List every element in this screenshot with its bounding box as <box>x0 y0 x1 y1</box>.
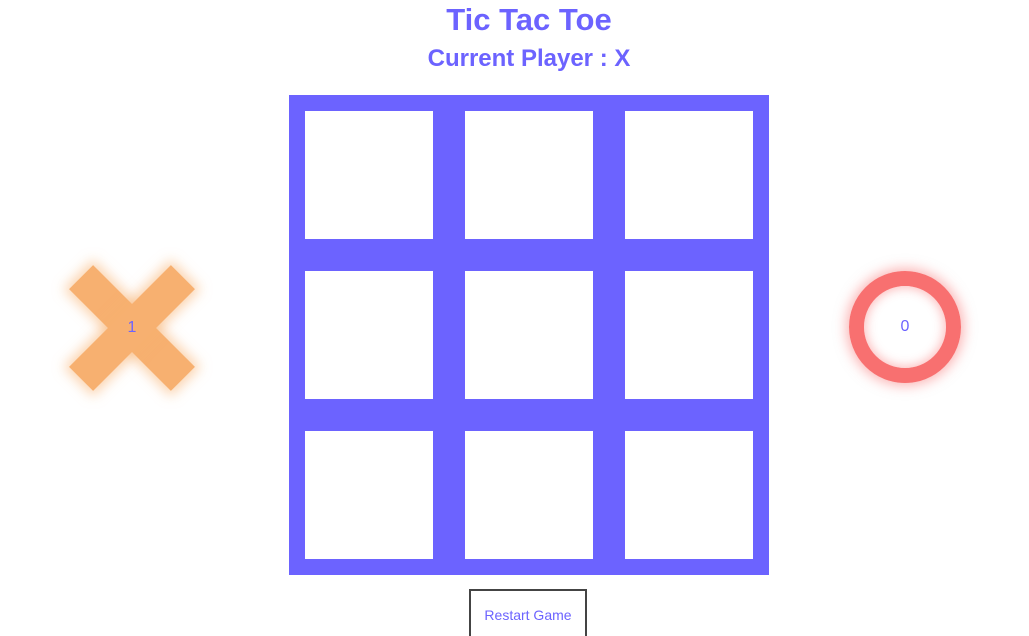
game-title: Tic Tac Toe <box>446 2 612 37</box>
board-cell-4[interactable] <box>305 271 433 399</box>
player-o-score-panel: 0 <box>849 271 961 383</box>
board-cell-8[interactable] <box>465 431 593 559</box>
board-cell-9[interactable] <box>625 431 753 559</box>
board-cell-7[interactable] <box>305 431 433 559</box>
player-o-score: 0 <box>900 318 910 335</box>
player-x-score: 1 <box>127 319 137 336</box>
current-player-status: Current Player : X <box>427 45 631 72</box>
restart-game-button[interactable]: Restart Game <box>469 589 587 636</box>
board-cell-5[interactable] <box>465 271 593 399</box>
board-cell-2[interactable] <box>465 111 593 239</box>
game-board <box>289 95 769 575</box>
board-cell-6[interactable] <box>625 271 753 399</box>
player-x-score-panel: 1 <box>60 256 204 400</box>
game-page: Tic Tac Toe Current Player : X 1 0 Resta… <box>0 0 1029 636</box>
board-cell-1[interactable] <box>305 111 433 239</box>
board-cell-3[interactable] <box>625 111 753 239</box>
